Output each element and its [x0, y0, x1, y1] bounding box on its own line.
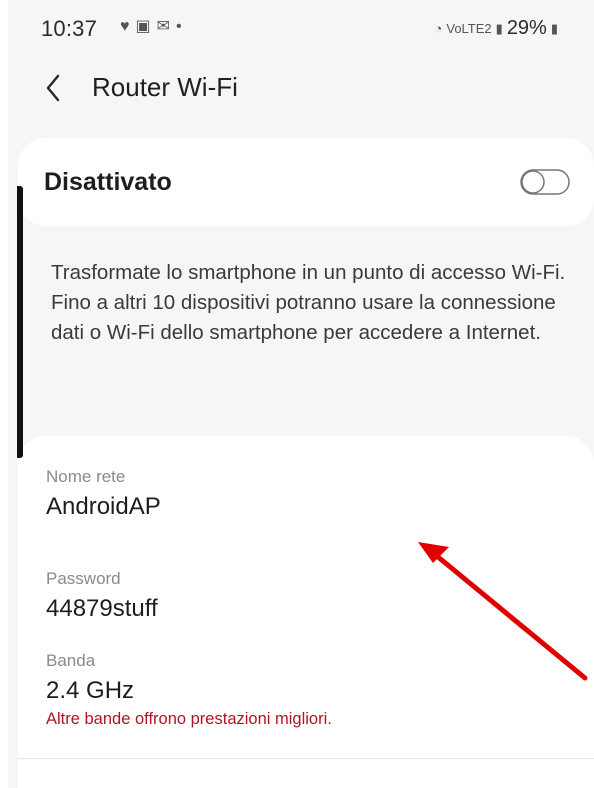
band-value: 2.4 GHz	[46, 677, 135, 704]
band-warning-text: Altre bande offrono prestazioni migliori…	[46, 710, 332, 728]
password-label: Password	[46, 569, 121, 588]
chevron-left-icon[interactable]	[40, 70, 68, 106]
band-setting[interactable]: Banda 2.4 GHz Altre bande offrono presta…	[46, 650, 566, 730]
hotspot-toggle-card[interactable]: Disattivato	[18, 138, 594, 226]
hotspot-switch[interactable]	[520, 169, 570, 195]
password-setting[interactable]: Password 44879stuff	[46, 568, 566, 624]
settings-card: Nome rete AndroidAP Password 44879stuff …	[18, 436, 594, 788]
battery-text: 29%	[506, 17, 547, 39]
status-right-group: ◔ VoLTE2 ▮ 29% ▮	[435, 17, 559, 40]
network-name-setting[interactable]: Nome rete AndroidAP	[46, 466, 566, 522]
dot-icon: •	[176, 18, 182, 35]
network-name-value: AndroidAP	[46, 493, 161, 520]
password-value: 44879stuff	[46, 595, 158, 622]
status-bar: 10:37 ♥ ▣ ✉ • ◔ VoLTE2 ▮ 29% ▮	[8, 0, 594, 58]
description-text: Trasformate lo smartphone in un punto di…	[51, 261, 566, 344]
phone-screen: 10:37 ♥ ▣ ✉ • ◔ VoLTE2 ▮ 29% ▮ Router Wi…	[8, 0, 594, 788]
page-header: Router Wi-Fi	[8, 62, 594, 114]
network-name-label: Nome rete	[46, 467, 126, 486]
status-time: 10:37	[41, 16, 98, 41]
hotspot-status-label: Disattivato	[44, 168, 172, 196]
band-label: Banda	[46, 651, 96, 670]
heart-pulse-icon: ♥	[120, 18, 130, 35]
page-title: Router Wi-Fi	[92, 72, 238, 102]
battery-icon: ▮	[550, 20, 558, 36]
wifi-icon: ◔	[434, 21, 443, 36]
message-icon: ▣	[135, 18, 151, 35]
screen-side-bezel	[17, 186, 23, 458]
mail-icon: ✉	[156, 18, 171, 35]
notification-icons: ♥ ▣ ✉ •	[120, 18, 182, 36]
bottom-divider	[18, 758, 594, 759]
volte-lte-icon: VoLTE2	[446, 21, 492, 36]
signal-icon: ▮	[495, 20, 503, 36]
